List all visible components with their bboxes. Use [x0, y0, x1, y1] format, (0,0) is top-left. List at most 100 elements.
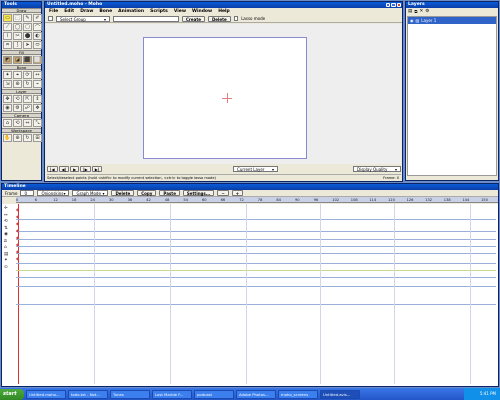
duplicate-layer-icon[interactable]: ⧉	[414, 9, 417, 15]
step-forward-button[interactable]: |▶	[80, 166, 91, 172]
menu-item-bone[interactable]: Bone	[99, 9, 112, 14]
layer-row[interactable]: ◉ ▨ Layer 1	[408, 17, 496, 24]
timeline-delete-button[interactable]: Delete	[111, 190, 135, 196]
tool-button[interactable]: ⟋	[3, 23, 12, 31]
tool-button[interactable]: ⟲	[13, 119, 22, 127]
tool-button[interactable]: ⚙	[13, 104, 22, 112]
tool-button[interactable]: ⌂	[3, 119, 12, 127]
tool-button[interactable]: ◩	[3, 56, 12, 64]
tool-button[interactable]: ⇲	[3, 80, 12, 88]
tool-button[interactable]: ✋	[3, 134, 12, 142]
tool-button[interactable]: ✎	[23, 14, 32, 22]
tool-button[interactable]: ✦	[3, 71, 12, 79]
menu-item-animation[interactable]: Animation	[118, 9, 144, 14]
tool-button[interactable]: ⇱	[23, 95, 32, 103]
tool-button[interactable]: ▢	[23, 23, 32, 31]
taskbar-item[interactable]: Tunes	[110, 389, 150, 399]
tool-button[interactable]: ⊞	[33, 134, 42, 142]
document-canvas[interactable]	[143, 37, 307, 159]
start-button[interactable]: start	[0, 388, 24, 400]
tool-button[interactable]: ⌇	[3, 32, 12, 40]
tool-button[interactable]: ✥	[3, 95, 12, 103]
workspace-area[interactable]	[46, 24, 401, 164]
step-back-button[interactable]: ◀|	[58, 166, 70, 172]
tool-button[interactable]: ✂	[13, 32, 22, 40]
maximize-icon[interactable]	[391, 2, 396, 7]
keyframe-marker[interactable]: ◆	[16, 206, 19, 213]
tool-button[interactable]: ↻	[23, 134, 32, 142]
keyframe-marker[interactable]: ◆	[16, 248, 19, 255]
tool-button[interactable]: ⟲	[13, 95, 22, 103]
keyframe-marker[interactable]: ◆	[16, 241, 19, 248]
keyframe-marker[interactable]: ◆	[16, 227, 19, 234]
timeline-settings-button[interactable]: Settings...	[182, 190, 215, 196]
close-icon[interactable]	[396, 2, 401, 7]
zoom-out-button[interactable]: −	[217, 190, 229, 196]
tool-button[interactable]: ❖	[33, 104, 42, 112]
graph-mode-dropdown[interactable]: Graph Mode ▾	[72, 190, 109, 196]
tool-button[interactable]: ↔	[33, 71, 42, 79]
display-quality-dropdown[interactable]: Display Quality ▾	[353, 166, 401, 172]
taskbar-item[interactable]: Lost Marble F...	[152, 389, 192, 399]
tool-button[interactable]: ◉	[3, 104, 12, 112]
keyframe-marker[interactable]: ◆	[16, 220, 19, 227]
keyframe-marker[interactable]: ◆	[16, 255, 19, 262]
play-button[interactable]: ▶	[70, 166, 80, 172]
tool-button[interactable]: ⊕	[13, 80, 22, 88]
taskbar-item[interactable]: Untitled.avis...	[320, 389, 360, 399]
tool-button[interactable]: ⇔	[23, 119, 32, 127]
frame-input[interactable]: 0	[20, 190, 35, 196]
tool-button[interactable]: ⬤	[23, 32, 32, 40]
tool-button[interactable]: ⬛	[23, 56, 32, 64]
lasso-mode-checkbox[interactable]	[233, 16, 239, 21]
tool-button[interactable]: ✐	[33, 14, 42, 22]
tool-button[interactable]: ⊕	[13, 134, 22, 142]
menu-item-file[interactable]: File	[49, 9, 58, 14]
tool-button[interactable]: ⌁	[33, 80, 42, 88]
layer-settings-icon[interactable]: ⚙	[425, 9, 429, 15]
tool-button[interactable]: ⟳	[23, 71, 32, 79]
timeline-tracks[interactable]: ✛ ↔ ⟲ ⇅ ◉ ⧄ ⌂ ▤ ✦ ⊙ ◆ ◆ ◆ ◆ ◆ ◆ ◆ ◆	[2, 204, 498, 386]
current-layer-dropdown[interactable]: Current Layer ▾	[233, 166, 278, 172]
menu-item-scripts[interactable]: Scripts	[150, 9, 168, 14]
onionskins-dropdown[interactable]: Onionskins ▾	[37, 190, 70, 196]
taskbar-item[interactable]: moho_screens	[278, 389, 318, 399]
tool-button[interactable]: ⇕	[33, 95, 42, 103]
tool-button[interactable]: ⬜	[33, 56, 42, 64]
delete-button[interactable]: Delete	[207, 15, 231, 22]
minimize-icon[interactable]	[385, 2, 390, 7]
tool-button[interactable]: ⌖	[13, 71, 22, 79]
group-name-field[interactable]	[113, 15, 179, 22]
menu-item-help[interactable]: Help	[218, 9, 230, 14]
tool-button[interactable]: ◯	[13, 23, 22, 31]
tool-button[interactable]: ↻	[23, 80, 32, 88]
menu-item-window[interactable]: Window	[192, 9, 212, 14]
tool-button[interactable]: ➤	[23, 41, 32, 49]
taskbar-item[interactable]: Untitled.moho...	[26, 389, 66, 399]
create-button[interactable]: Create	[182, 15, 205, 22]
zoom-in-button[interactable]: +	[231, 190, 244, 196]
tool-button[interactable]: ⟆	[13, 41, 22, 49]
tool-button[interactable]: ⬭	[33, 41, 42, 49]
tool-button[interactable]: ◪	[13, 56, 22, 64]
tool-button[interactable]: ⬚	[13, 14, 22, 22]
taskbar-item[interactable]: todo.txt - Not...	[68, 389, 108, 399]
new-layer-icon[interactable]: ▤	[408, 9, 412, 15]
rewind-button[interactable]: |◀	[47, 166, 58, 172]
selection-checkbox[interactable]	[48, 16, 53, 21]
keyframe-marker[interactable]: ◆	[16, 234, 19, 241]
forward-end-button[interactable]: ▶|	[91, 166, 103, 172]
timeline-copy-button[interactable]: Copy	[137, 190, 157, 196]
delete-layer-icon[interactable]: ✕	[419, 9, 423, 15]
tool-button[interactable]: ☍	[23, 104, 32, 112]
tool-button[interactable]: ◐	[33, 32, 42, 40]
menu-item-draw[interactable]: Draw	[80, 9, 93, 14]
keyframe-marker[interactable]: ◆	[16, 213, 19, 220]
tool-button[interactable]: ⌗	[3, 41, 12, 49]
taskbar-item[interactable]: Adobe Photos...	[236, 389, 276, 399]
tool-button[interactable]: ⌒	[33, 23, 42, 31]
tool-button[interactable]: ▭	[3, 14, 12, 22]
tool-button[interactable]: ⤡	[33, 119, 42, 127]
menu-item-view[interactable]: View	[174, 9, 186, 14]
eye-icon[interactable]: ◉	[410, 17, 414, 24]
